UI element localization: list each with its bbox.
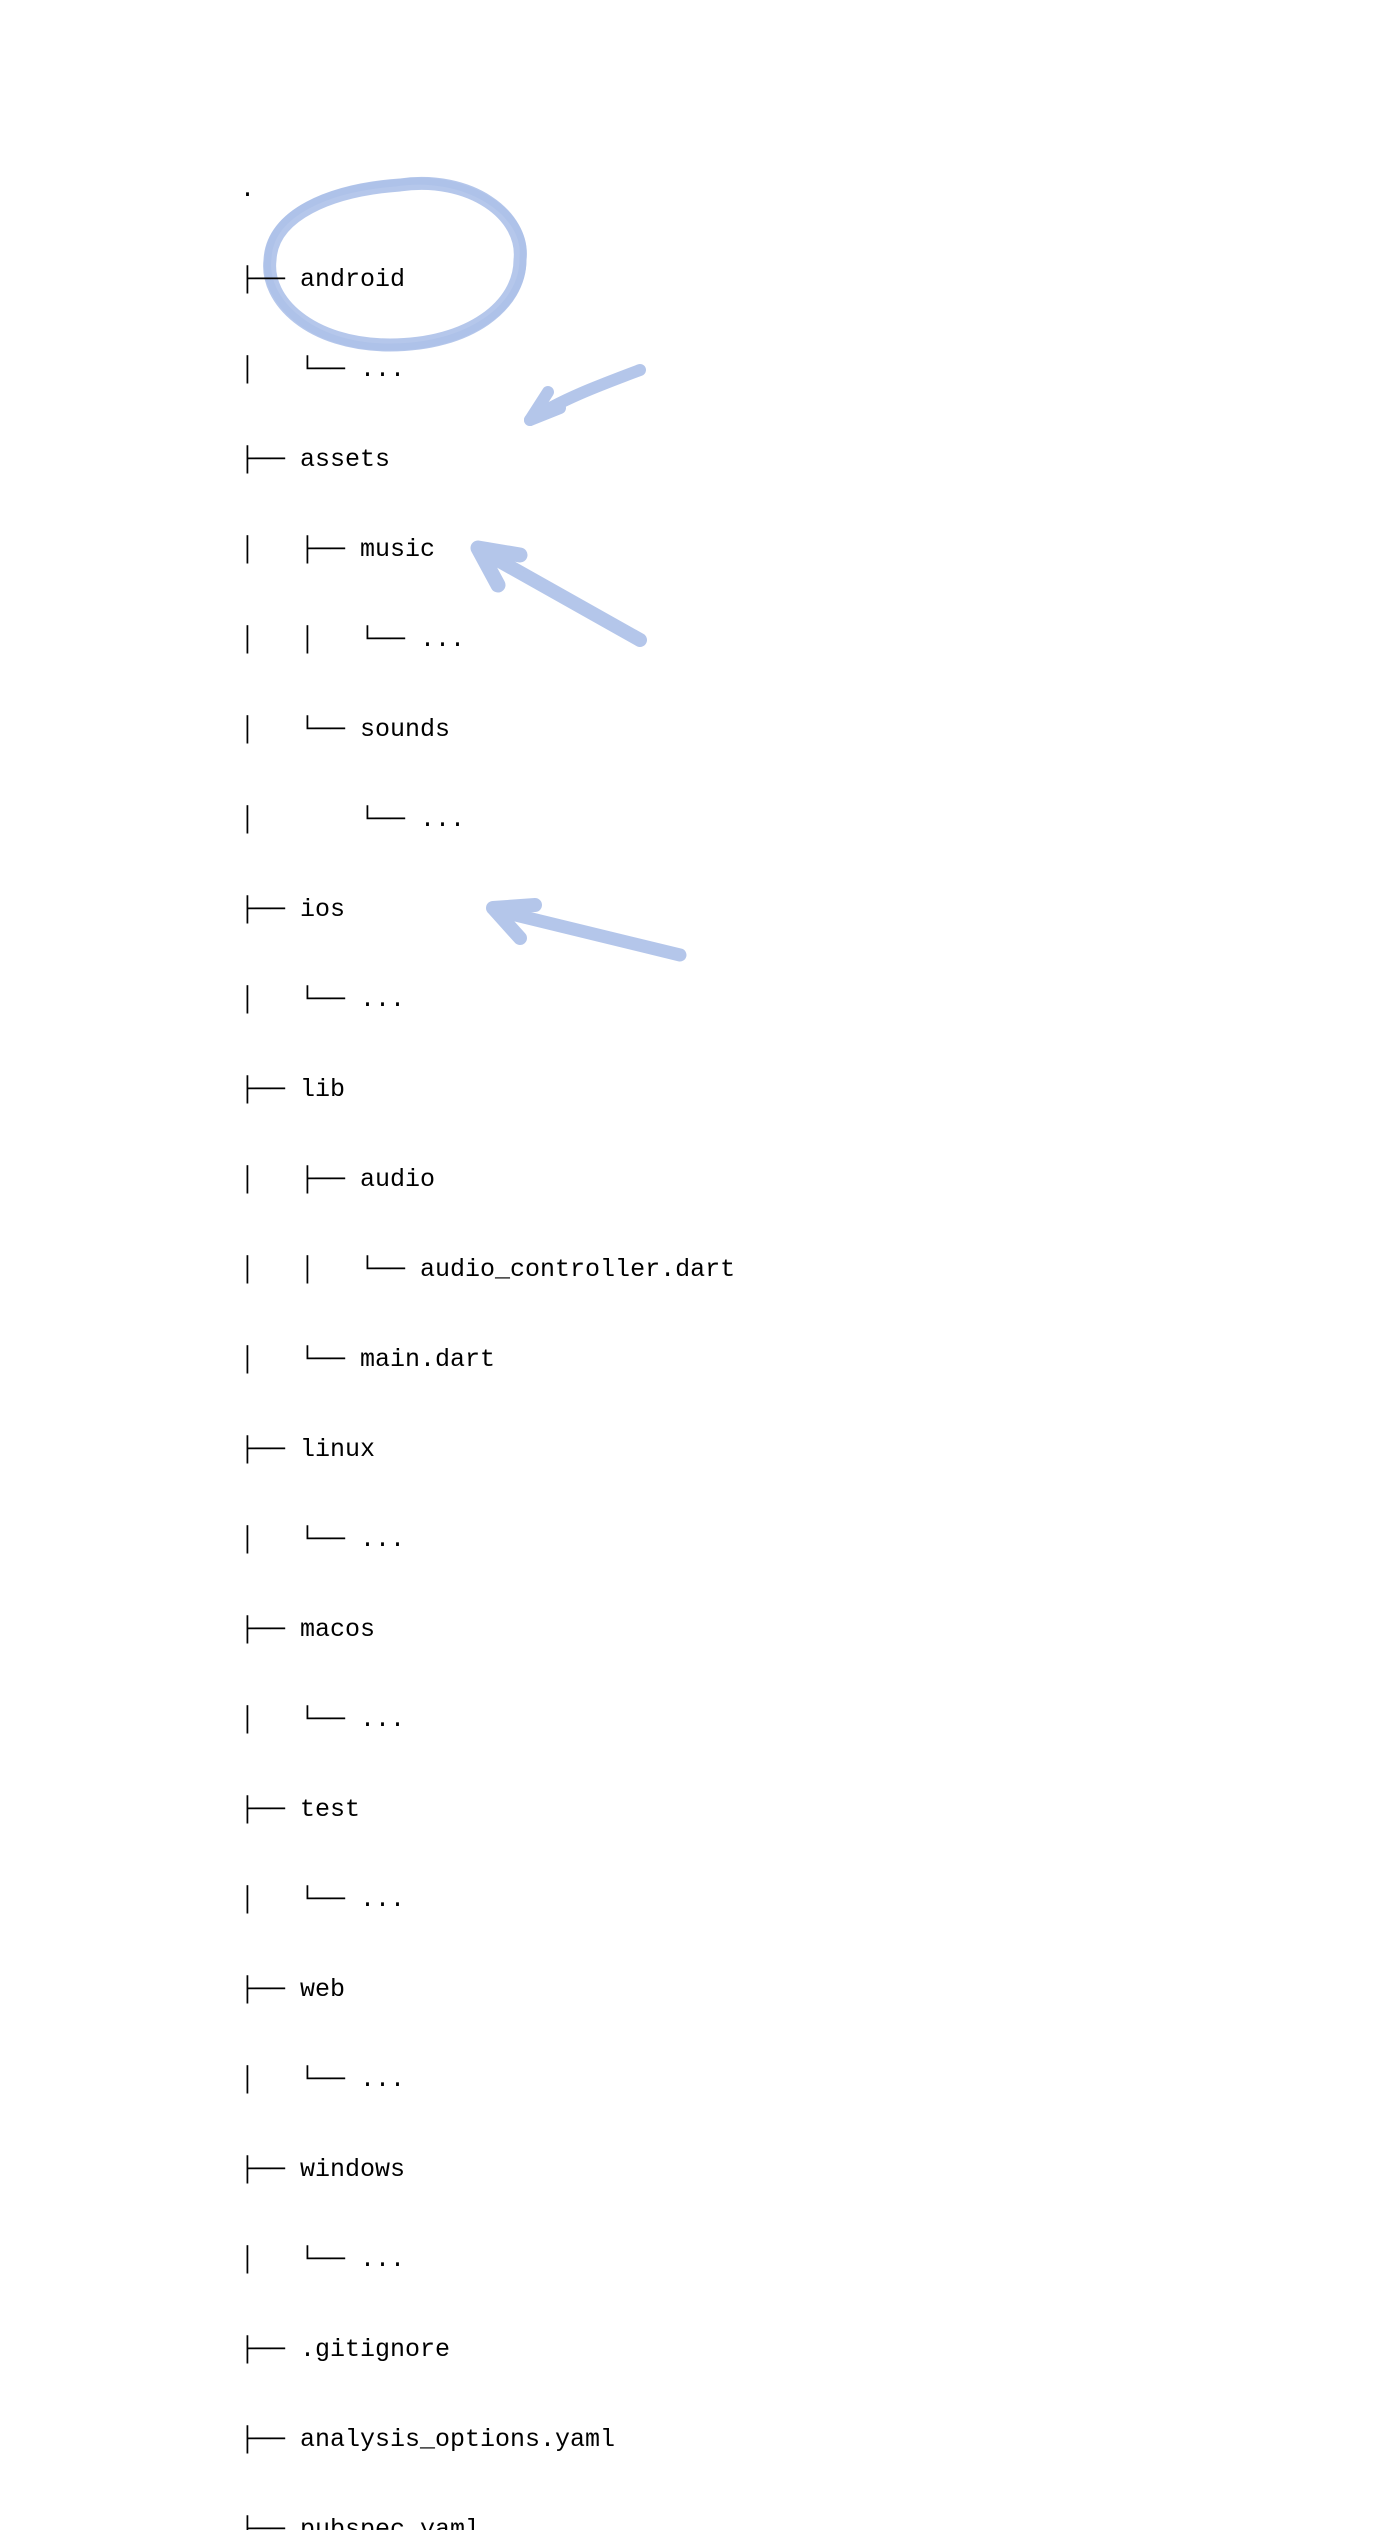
tree-line: │ │ └── ... [240, 625, 735, 655]
tree-line: │ └── ... [240, 2065, 735, 2095]
tree-line: │ └── ... [240, 1705, 735, 1735]
tree-line: │ ├── music [240, 535, 735, 565]
tree-line: ├── android [240, 265, 735, 295]
tree-line: ├── macos [240, 1615, 735, 1645]
tree-line: │ └── ... [240, 1885, 735, 1915]
tree-line: │ └── ... [240, 2245, 735, 2275]
tree-line: ├── web [240, 1975, 735, 2005]
file-tree: . ├── android │ └── ... ├── assets │ ├──… [240, 115, 735, 2530]
tree-line: │ └── sounds [240, 715, 735, 745]
tree-line: ├── .gitignore [240, 2335, 735, 2365]
tree-line: │ └── ... [240, 355, 735, 385]
tree-line: ├── pubspec.yaml [240, 2515, 735, 2530]
tree-line: ├── analysis_options.yaml [240, 2425, 735, 2455]
tree-line: │ └── ... [240, 985, 735, 1015]
tree-root: . [240, 175, 735, 205]
tree-line: ├── ios [240, 895, 735, 925]
tree-line: ├── windows [240, 2155, 735, 2185]
tree-line: │ ├── audio [240, 1165, 735, 1195]
tree-line: ├── assets [240, 445, 735, 475]
tree-line: │ └── main.dart [240, 1345, 735, 1375]
tree-line: │ │ └── audio_controller.dart [240, 1255, 735, 1285]
tree-line: ├── test [240, 1795, 735, 1825]
tree-line: │ └── ... [240, 805, 735, 835]
tree-line: ├── lib [240, 1075, 735, 1105]
tree-line: ├── linux [240, 1435, 735, 1465]
tree-line: │ └── ... [240, 1525, 735, 1555]
